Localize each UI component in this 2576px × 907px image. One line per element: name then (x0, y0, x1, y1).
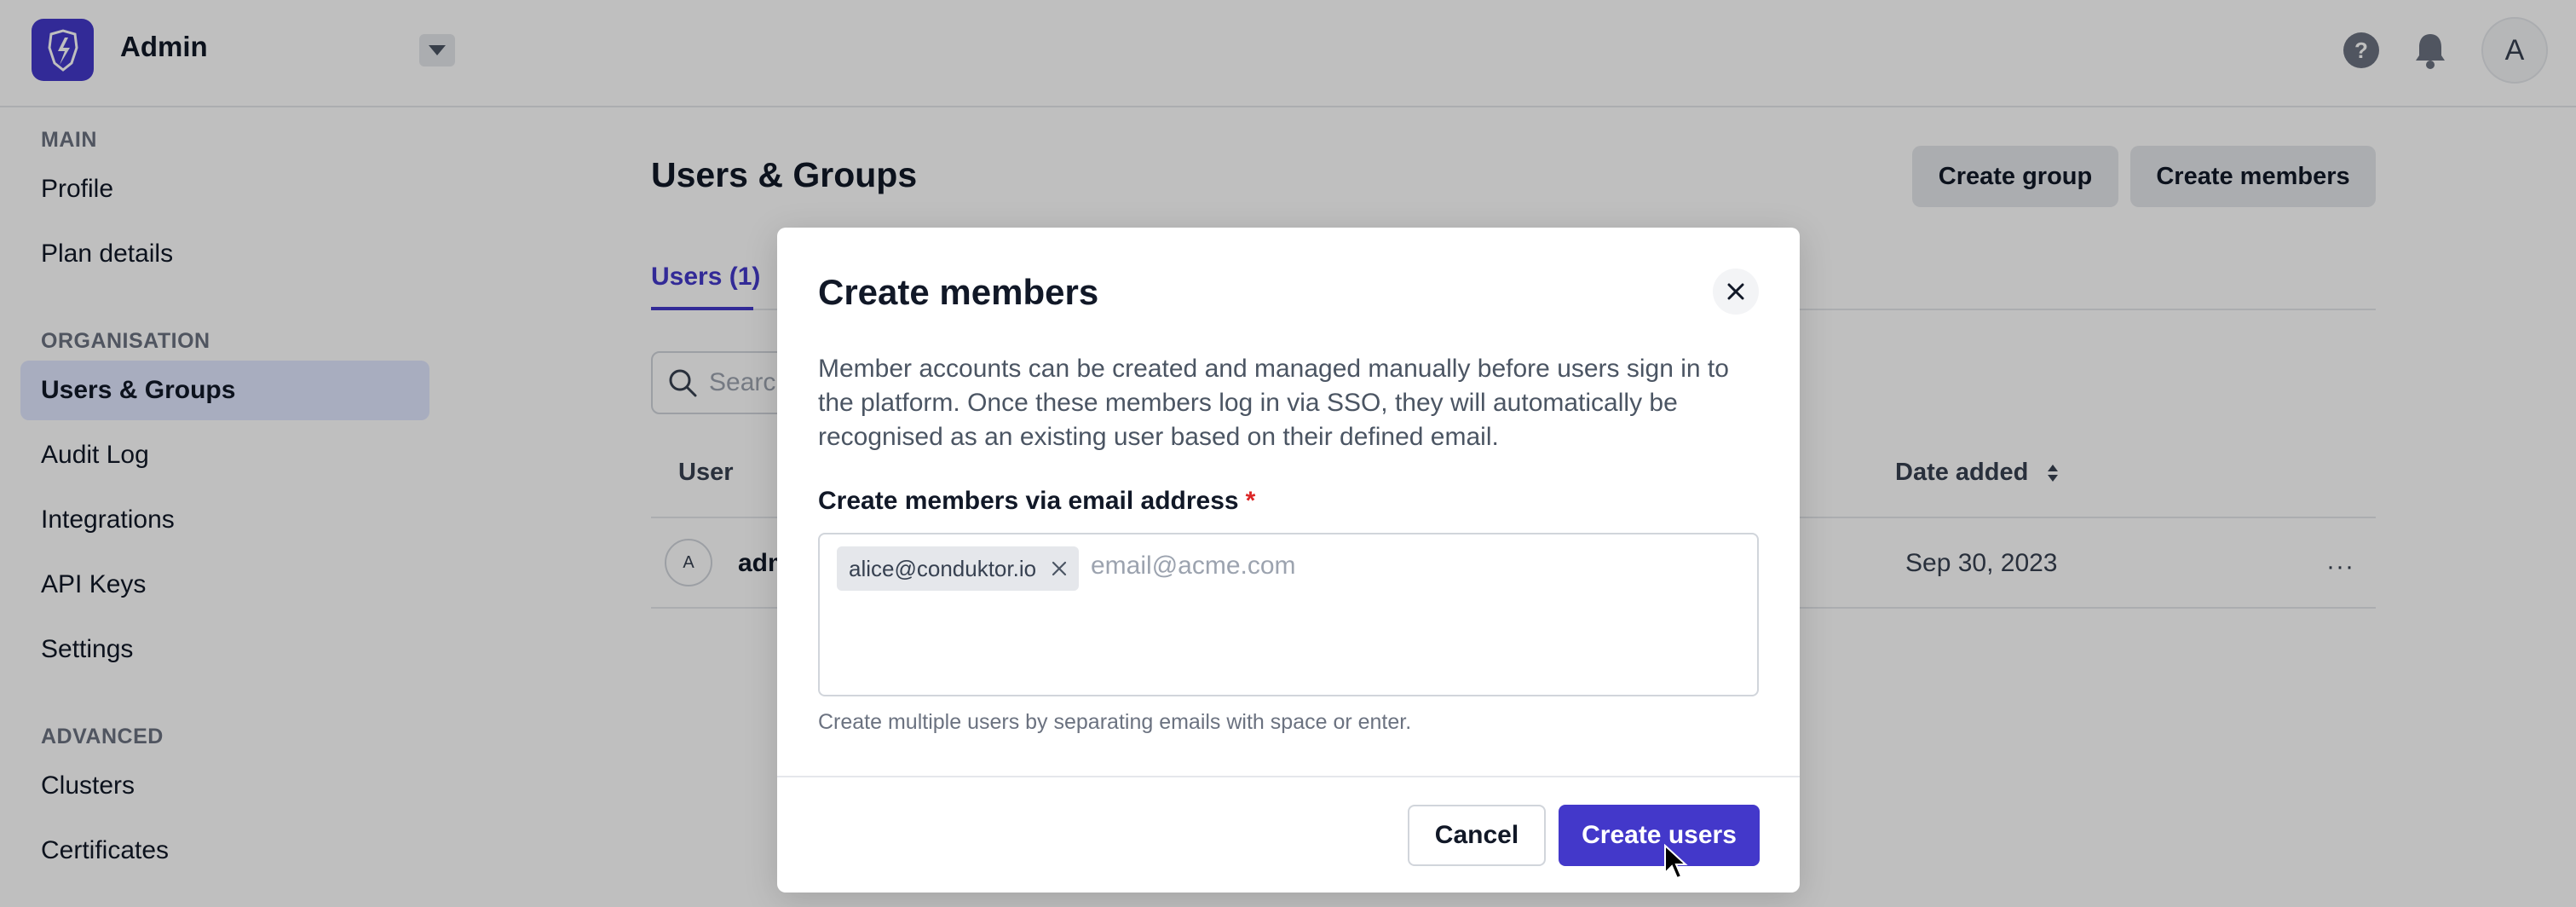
close-button[interactable] (1713, 269, 1759, 315)
close-icon (1052, 561, 1067, 576)
required-marker: * (1245, 487, 1256, 515)
close-icon (1727, 283, 1744, 300)
email-chip-label: alice@conduktor.io (849, 555, 1037, 581)
email-field[interactable]: alice@conduktor.io email@acme.com (818, 533, 1759, 696)
remove-chip-button[interactable] (1052, 561, 1067, 576)
email-field-label: Create members via email address * (818, 487, 1255, 516)
email-field-label-text: Create members via email address (818, 487, 1239, 515)
email-chip: alice@conduktor.io (837, 546, 1080, 591)
email-field-helper: Create multiple users by separating emai… (818, 710, 1412, 734)
cancel-button[interactable]: Cancel (1408, 805, 1546, 866)
create-users-button[interactable]: Create users (1559, 805, 1760, 866)
dialog-description: Member accounts can be created and manag… (818, 355, 1729, 451)
create-members-dialog: Create members Member accounts can be cr… (777, 228, 1800, 893)
dialog-footer-divider (777, 776, 1800, 777)
email-input-placeholder[interactable]: email@acme.com (1091, 552, 1296, 581)
mouse-cursor-icon (1664, 844, 1688, 880)
dialog-title: Create members (818, 272, 1099, 312)
